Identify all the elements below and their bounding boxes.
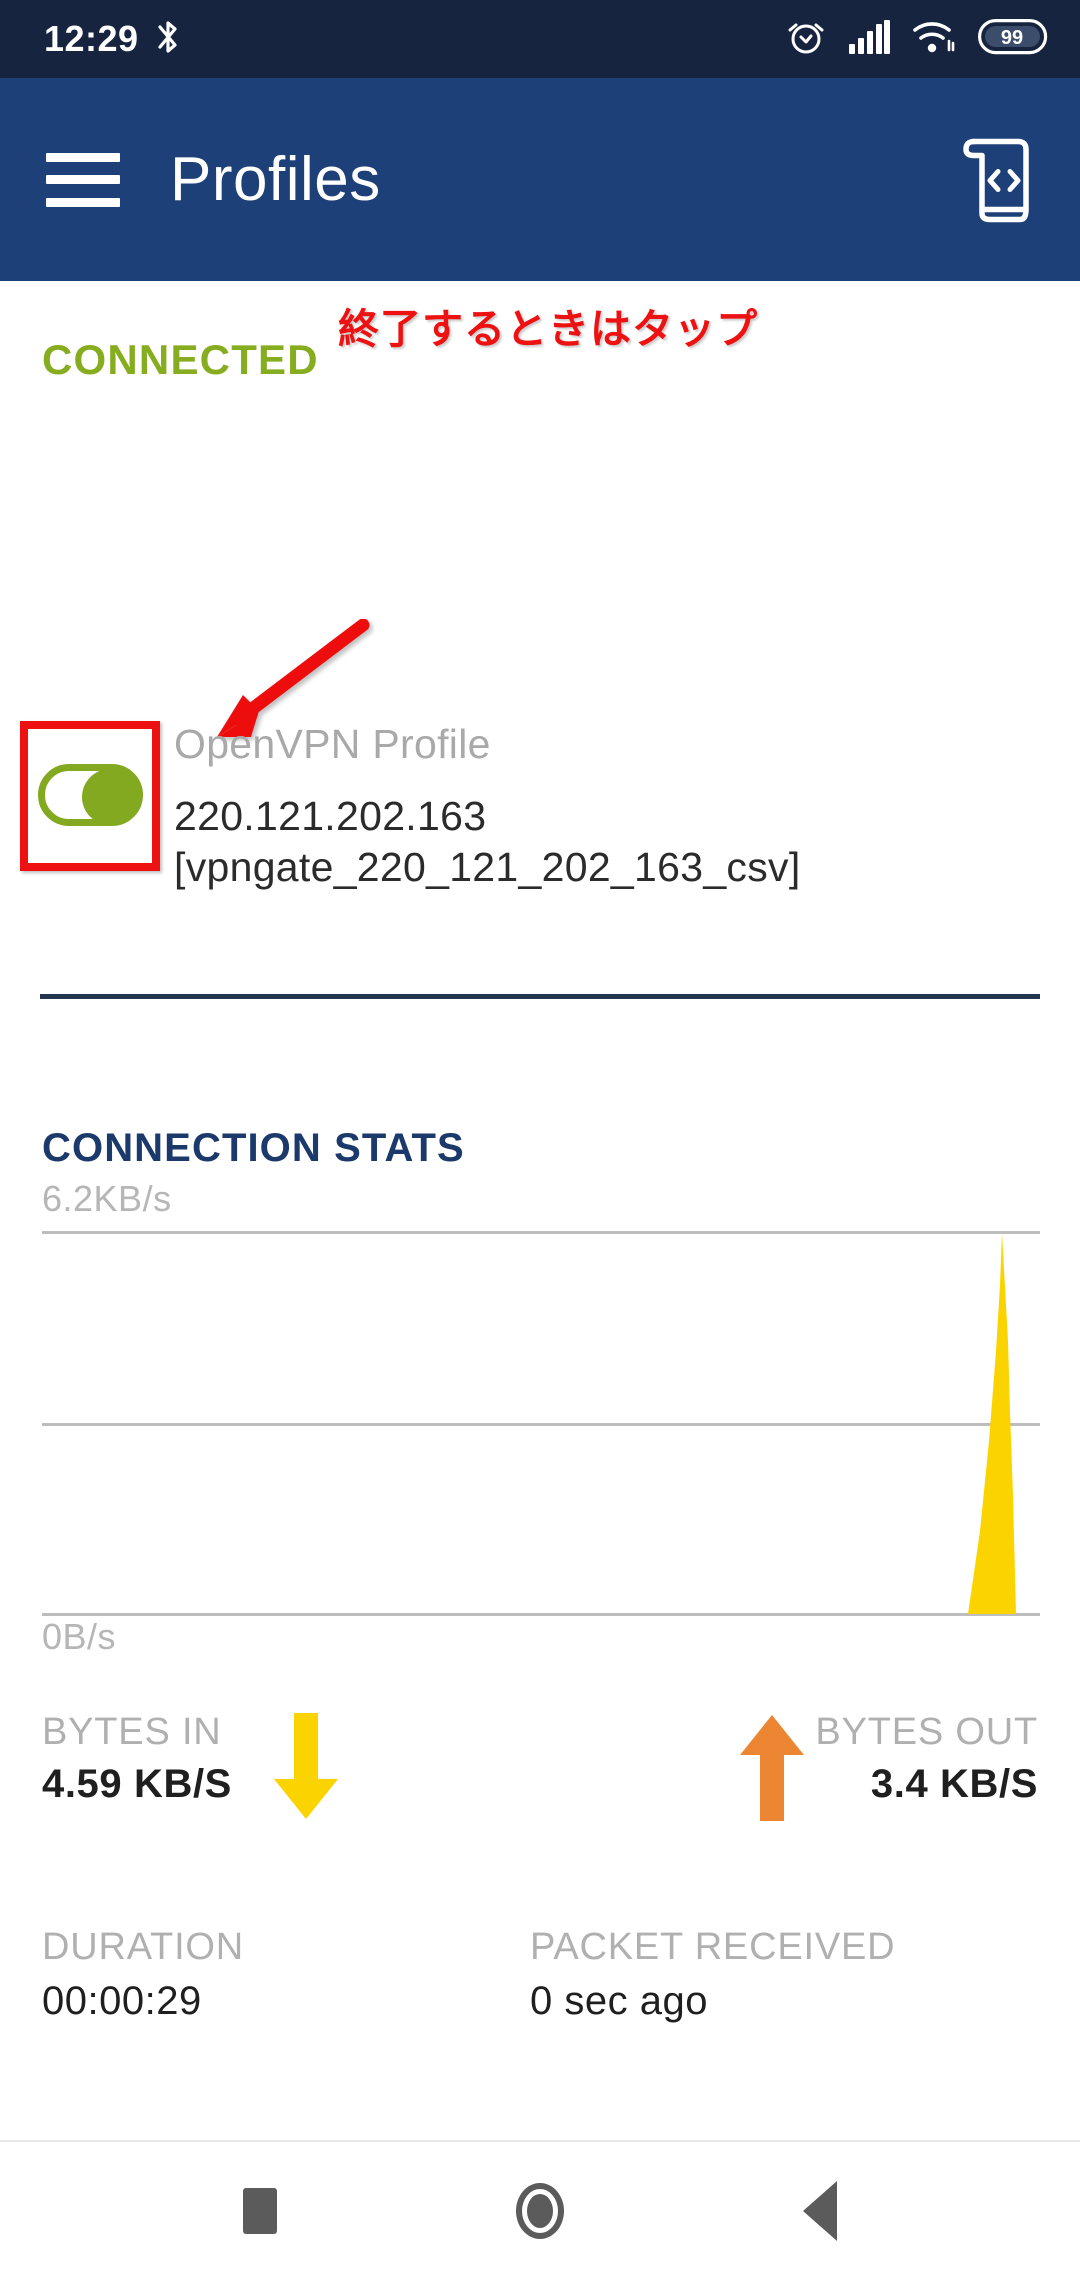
circle-home-icon[interactable] [492, 2163, 588, 2259]
bluetooth-icon [155, 18, 181, 61]
arrow-up-icon [734, 1713, 810, 1828]
chart-axis-top-label: 6.2KB/s [42, 1178, 172, 1220]
duration-label: DURATION [42, 1926, 244, 1969]
connection-stats-title: CONNECTION STATS [42, 1126, 465, 1171]
battery-icon: 99 [978, 19, 1048, 60]
packet-received-block: PACKET RECEIVED 0 sec ago [530, 1926, 895, 2024]
bytes-out-block: BYTES OUT 3.4 KB/S [815, 1711, 1038, 1807]
chart-area-series [42, 1231, 1040, 1614]
duration-block: DURATION 00:00:29 [42, 1926, 244, 2024]
signal-icon [848, 20, 890, 59]
throughput-chart: 6.2KB/s 0B/s [0, 1181, 1080, 1646]
bytes-in-label: BYTES IN [42, 1711, 232, 1754]
status-bar-right: 99 [786, 17, 1048, 62]
packet-received-value: 0 sec ago [530, 1979, 895, 2024]
connection-status-label: CONNECTED [42, 336, 319, 384]
packet-received-label: PACKET RECEIVED [530, 1926, 895, 1969]
profile-info[interactable]: OpenVPN Profile 220.121.202.163 [vpngate… [174, 721, 801, 891]
profile-kind-label: OpenVPN Profile [174, 721, 801, 768]
vpn-connection-toggle[interactable] [38, 764, 143, 826]
triangle-back-icon[interactable] [772, 2163, 868, 2259]
app-bar: Profiles [0, 78, 1080, 281]
status-bar-left: 12:29 [44, 18, 181, 61]
bytes-in-value: 4.59 KB/S [42, 1762, 232, 1807]
bytes-out-value: 3.4 KB/S [815, 1762, 1038, 1807]
wifi-icon [912, 19, 956, 60]
status-bar-clock: 12:29 [44, 18, 139, 60]
bytes-in-block: BYTES IN 4.59 KB/S [42, 1711, 232, 1807]
japanese-annotation-text: 終了するときはタップ [338, 295, 758, 355]
chart-axis-bottom-label: 0B/s [42, 1616, 116, 1658]
android-navigation-bar [0, 2140, 1080, 2280]
status-bar: 12:29 [0, 0, 1080, 78]
bytes-row: BYTES IN 4.59 KB/S BYTES OUT 3.4 KB/S [0, 1711, 1080, 1841]
arrow-down-icon [268, 1713, 344, 1828]
duration-value: 00:00:29 [42, 1979, 244, 2024]
profile-ip-value: 220.121.202.163 [174, 793, 801, 840]
section-divider [40, 994, 1040, 999]
main-content: CONNECTED 終了するときはタップ [0, 281, 1080, 2140]
import-profile-scroll-icon[interactable] [958, 129, 1036, 230]
page-title: Profiles [170, 144, 381, 215]
svg-text:99: 99 [1001, 27, 1023, 49]
phone-screen: 12:29 [0, 0, 1080, 2280]
alarm-icon [786, 17, 826, 62]
profile-file-value: [vpngate_220_121_202_163_csv] [174, 844, 801, 891]
toggle-thumb [82, 769, 138, 825]
bytes-out-label: BYTES OUT [815, 1711, 1038, 1754]
square-recents-icon[interactable] [212, 2163, 308, 2259]
hamburger-menu-icon[interactable] [46, 153, 120, 207]
